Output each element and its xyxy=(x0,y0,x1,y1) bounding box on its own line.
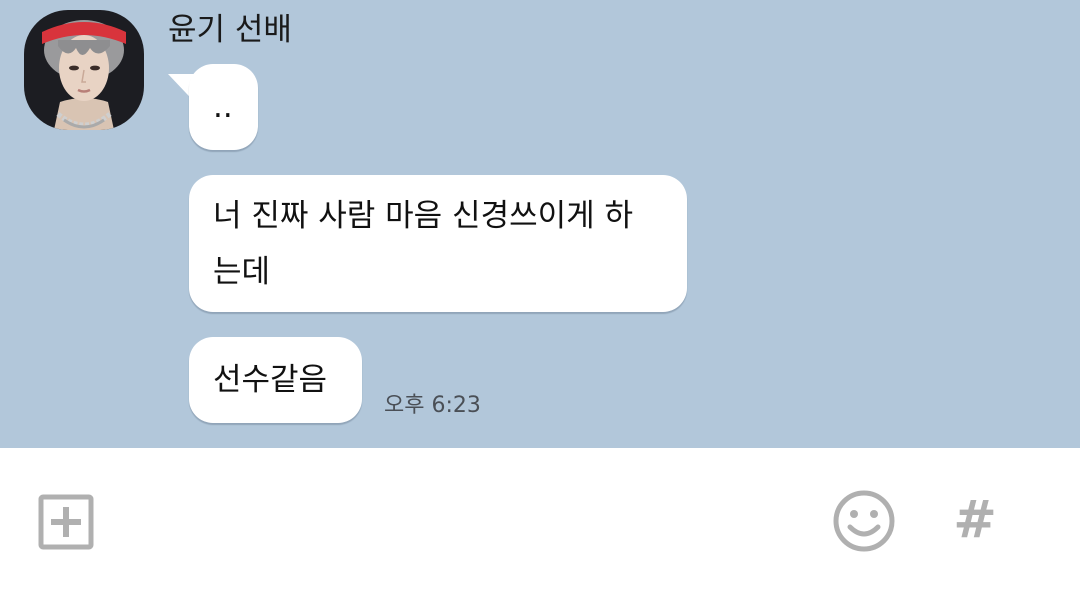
chat-area: 윤기 선배 .. 너 진짜 사람 마음 신경쓰이게 하 는데 선수같음 오후 6… xyxy=(0,0,1080,448)
add-button[interactable] xyxy=(34,490,98,554)
message-bubble[interactable]: .. xyxy=(189,64,258,150)
emoji-button[interactable] xyxy=(830,487,898,555)
plus-square-icon xyxy=(38,494,94,550)
message-bubble[interactable]: 선수같음 xyxy=(189,337,362,423)
message-text: 너 진짜 사람 마음 신경쓰이게 하 xyxy=(213,198,634,234)
hash-button[interactable]: # xyxy=(948,488,1002,552)
message-text: .. xyxy=(213,89,233,125)
message-time: 오후 6:23 xyxy=(384,393,481,418)
input-bar xyxy=(0,448,1080,592)
message-text: 는데 xyxy=(213,254,271,290)
profile-photo xyxy=(24,10,144,130)
message-text: 선수같음 xyxy=(213,362,328,398)
sender-name: 윤기 선배 xyxy=(168,12,292,48)
avatar[interactable] xyxy=(24,10,144,130)
smiley-icon xyxy=(833,490,895,552)
message-bubble[interactable]: 너 진짜 사람 마음 신경쓰이게 하 는데 xyxy=(189,175,687,312)
